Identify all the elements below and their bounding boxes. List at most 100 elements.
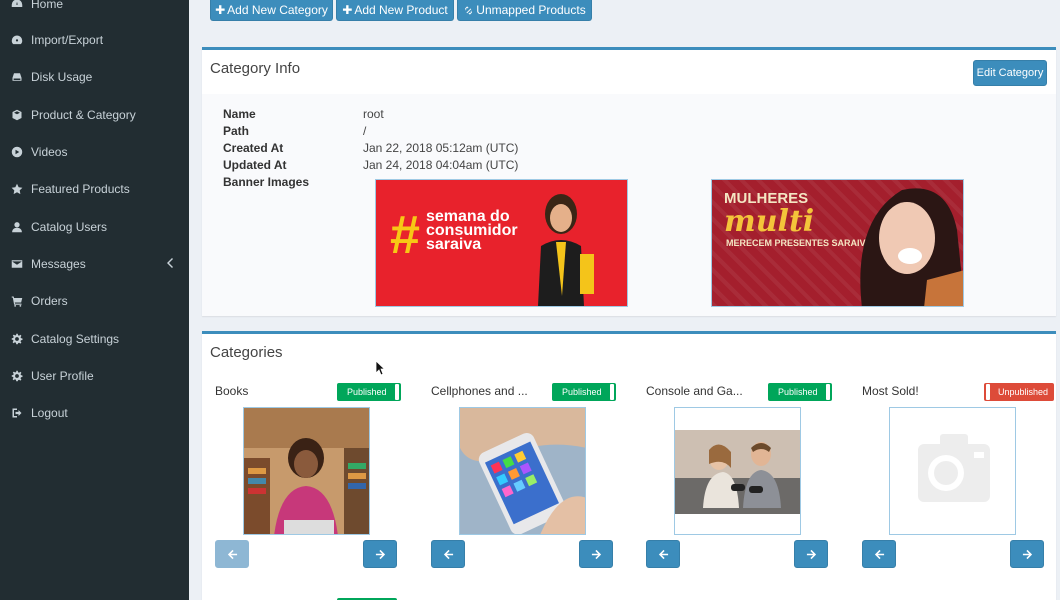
- field-value-updated-at: Jan 24, 2018 04:04am (UTC): [363, 158, 519, 172]
- move-right-button[interactable]: [1010, 540, 1044, 568]
- tachometer-icon: [10, 33, 24, 47]
- unlink-icon: [465, 5, 473, 15]
- cube-icon: [10, 108, 24, 122]
- category-card-most-sold[interactable]: Most Sold! Unpublished: [858, 377, 1055, 573]
- category-info-box: Category Info Edit Category Name root Pa…: [202, 47, 1056, 316]
- hdd-icon: [10, 70, 24, 84]
- banner-image: MULHERES multi MERECEM PRESENTES SARAIVA: [711, 179, 964, 307]
- sidebar-item-catalog-settings[interactable]: Catalog Settings: [0, 324, 189, 354]
- arrow-left-icon: [658, 549, 668, 559]
- sidebar-item-logout[interactable]: Logout: [0, 398, 189, 428]
- category-card-books[interactable]: Books Published: [211, 377, 401, 573]
- category-name: Cellphones and ...: [431, 384, 528, 398]
- move-left-button[interactable]: [431, 540, 465, 568]
- sign-out-icon: [10, 406, 24, 420]
- category-info-body: Name root Path / Created At Jan 22, 2018…: [202, 94, 1056, 316]
- star-icon: [10, 182, 24, 196]
- play-circle-icon: [10, 145, 24, 159]
- arrow-left-icon: [227, 549, 237, 559]
- arrow-left-icon: [443, 549, 453, 559]
- sidebar-item-catalog-users[interactable]: Catalog Users: [0, 212, 189, 242]
- move-right-button[interactable]: [363, 540, 397, 568]
- banner-text: multi: [724, 204, 815, 239]
- field-value-created-at: Jan 22, 2018 05:12am (UTC): [363, 141, 519, 155]
- banner-person-illustration: [538, 194, 594, 306]
- sidebar-item-orders[interactable]: Orders: [0, 286, 189, 316]
- unmapped-products-button[interactable]: Unmapped Products: [457, 0, 592, 21]
- sidebar-item-label: Catalog Settings: [31, 332, 120, 346]
- sidebar-item-label: Import/Export: [31, 33, 104, 47]
- field-label: Updated At: [223, 158, 287, 172]
- gear-icon: [10, 369, 24, 383]
- sidebar-item-featured-products[interactable]: Featured Products: [0, 174, 189, 204]
- banner-image: # semana do consumidor saraiva: [375, 179, 628, 307]
- category-name: Console and Ga...: [646, 384, 743, 398]
- sidebar-item-videos[interactable]: Videos: [0, 137, 189, 167]
- sidebar-item-product-category[interactable]: Product & Category: [0, 100, 189, 130]
- envelope-icon: [10, 257, 24, 271]
- banner-text: semana do consumidor saraiva: [426, 208, 518, 253]
- sidebar-item-messages[interactable]: Messages: [0, 249, 189, 279]
- field-value-path: /: [363, 124, 367, 138]
- arrow-right-icon: [375, 549, 385, 559]
- sidebar-item-disk-usage[interactable]: Disk Usage: [0, 62, 189, 92]
- publish-toggle[interactable]: Unpublished: [984, 383, 1055, 401]
- sidebar-item-import-export[interactable]: Import/Export: [0, 25, 189, 55]
- mouse-cursor-icon: [375, 360, 385, 376]
- category-card-console-games[interactable]: Console and Ga... Published: [642, 377, 832, 573]
- sidebar-item-label: Catalog Users: [31, 220, 108, 234]
- move-right-button[interactable]: [794, 540, 828, 568]
- sidebar-item-label: Logout: [31, 406, 68, 420]
- field-label: Banner Images: [223, 175, 310, 189]
- category-image: [459, 407, 586, 535]
- arrow-right-icon: [806, 549, 816, 559]
- sidebar-item-label: Home: [31, 0, 64, 11]
- cart-icon: [10, 294, 24, 308]
- gear-icon: [10, 332, 24, 346]
- category-info-title: Category Info: [210, 60, 301, 77]
- sidebar-item-home[interactable]: Home: [0, 0, 189, 19]
- publish-toggle[interactable]: Published: [768, 383, 832, 401]
- dashboard-icon: [10, 0, 24, 11]
- sidebar-item-label: Product & Category: [31, 108, 136, 122]
- category-card-cellphones[interactable]: Cellphones and ... Published: [427, 377, 617, 573]
- field-value-name: root: [363, 107, 384, 121]
- sidebar-item-user-profile[interactable]: User Profile: [0, 361, 189, 391]
- camera-icon: [890, 408, 1015, 534]
- category-card-partial[interactable]: [211, 593, 401, 600]
- field-label: Created At: [223, 141, 284, 155]
- category-name: Most Sold!: [862, 384, 919, 398]
- sidebar: Home Import/Export Disk Usage Product & …: [0, 0, 189, 600]
- plus-icon: ✚: [215, 3, 226, 17]
- edit-category-button[interactable]: Edit Category: [973, 60, 1047, 86]
- sidebar-item-label: Videos: [31, 145, 68, 159]
- move-right-button[interactable]: [579, 540, 613, 568]
- publish-toggle[interactable]: Published: [337, 383, 401, 401]
- category-image: [243, 407, 370, 535]
- add-product-button[interactable]: ✚ Add New Product: [336, 0, 454, 21]
- move-left-button[interactable]: [646, 540, 680, 568]
- sidebar-item-label: Orders: [31, 294, 68, 308]
- category-image-placeholder: [889, 407, 1016, 535]
- sidebar-item-label: Disk Usage: [31, 70, 93, 84]
- chevron-left-icon: [165, 257, 175, 272]
- banner-person-illustration: [860, 188, 963, 306]
- arrow-right-icon: [1022, 549, 1032, 559]
- plus-icon: ✚: [342, 3, 353, 17]
- user-icon: [10, 220, 24, 234]
- field-label: Path: [223, 124, 250, 138]
- sidebar-item-label: Featured Products: [31, 182, 130, 196]
- move-left-button[interactable]: [862, 540, 896, 568]
- arrow-right-icon: [591, 549, 601, 559]
- move-left-button[interactable]: [215, 540, 249, 568]
- category-name: Books: [215, 384, 249, 398]
- add-category-button[interactable]: ✚ Add New Category: [210, 0, 333, 21]
- sidebar-item-label: Messages: [31, 257, 86, 271]
- arrow-left-icon: [874, 549, 884, 559]
- sidebar-item-label: User Profile: [31, 369, 94, 383]
- categories-box: Categories Books Published Cellphones an…: [202, 331, 1056, 600]
- publish-toggle[interactable]: Published: [552, 383, 616, 401]
- category-image: [674, 407, 801, 535]
- categories-title: Categories: [210, 344, 283, 361]
- field-label: Name: [223, 107, 256, 121]
